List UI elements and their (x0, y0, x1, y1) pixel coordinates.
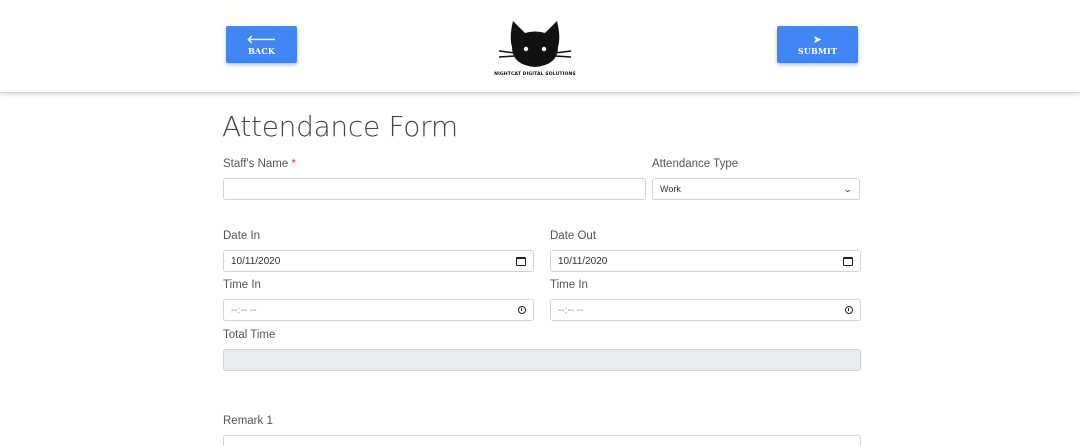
submit-button[interactable]: ➤ SUBMIT (777, 26, 858, 63)
page-title: Attendance Form (222, 110, 458, 143)
time-in-input[interactable]: --:-- -- (223, 299, 534, 321)
logo-text: NIGHTCAT DIGITAL SOLUTIONS (494, 72, 576, 77)
remark1-label: Remark 1 (223, 415, 273, 427)
attendance-type-select[interactable]: Work ⌄ (652, 178, 860, 200)
date-out-input[interactable]: 10/11/2020 (550, 250, 861, 272)
total-time-field (223, 349, 861, 371)
time-in-label: Time In (223, 279, 261, 291)
total-time-label: Total Time (223, 329, 276, 341)
calendar-icon[interactable] (516, 256, 526, 266)
staff-name-label: Staff's Name * (223, 158, 296, 170)
cat-logo-icon (498, 21, 572, 67)
back-button[interactable]: 🡐 BACK (226, 26, 297, 63)
back-button-label: BACK (247, 45, 276, 56)
arrow-left-icon: 🡐 (246, 32, 277, 46)
top-header: 🡐 BACK NIGHTCAT DIGITAL SOLUTIONS ➤ SUBM… (0, 0, 1080, 93)
required-mark: * (291, 158, 296, 170)
clock-icon[interactable] (845, 306, 853, 314)
submit-button-label: SUBMIT (797, 45, 838, 56)
attendance-type-label: Attendance Type (652, 158, 739, 170)
time-out-input[interactable]: --:-- -- (550, 299, 861, 321)
clock-icon[interactable] (518, 306, 526, 314)
date-in-label: Date In (223, 230, 261, 242)
paper-plane-icon: ➤ (812, 32, 823, 46)
date-out-label: Date Out (550, 230, 597, 242)
time-out-label: Time In (550, 279, 588, 291)
chevron-down-icon: ⌄ (843, 183, 853, 194)
staff-name-input[interactable] (223, 178, 646, 200)
calendar-icon[interactable] (843, 256, 853, 266)
company-logo: NIGHTCAT DIGITAL SOLUTIONS (491, 17, 581, 81)
date-in-input[interactable]: 10/11/2020 (223, 250, 534, 272)
remark1-input[interactable] (223, 435, 861, 446)
